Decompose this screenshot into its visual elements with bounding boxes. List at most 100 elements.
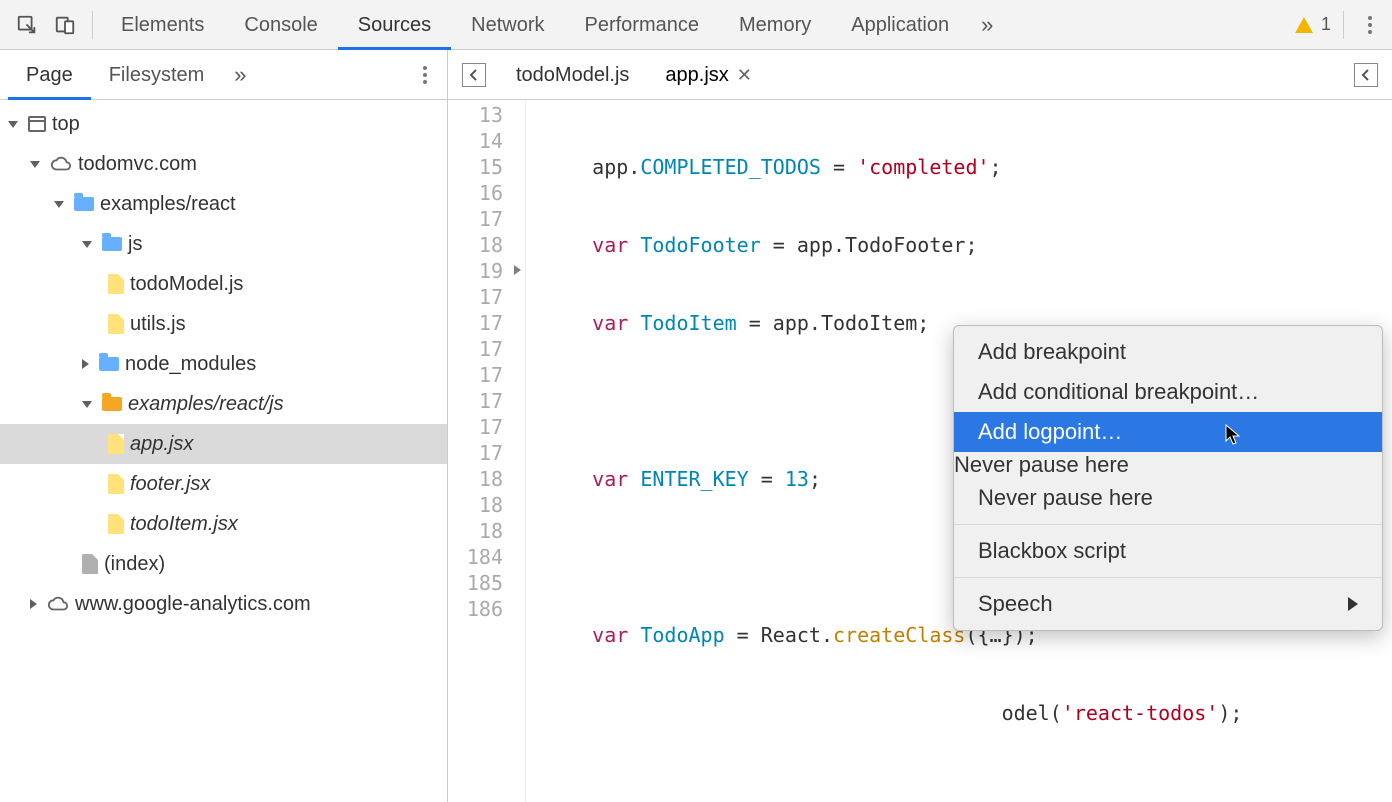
context-menu: Add breakpoint Add conditional breakpoin… xyxy=(953,325,1383,631)
line-number[interactable]: 18 xyxy=(448,466,503,492)
tree-label: examples/react/js xyxy=(128,393,284,416)
editor-tab-label: app.jsx xyxy=(665,50,728,100)
tabs-overflow-icon[interactable]: » xyxy=(969,12,1005,38)
line-number[interactable]: 186 xyxy=(448,596,503,622)
tree-label: www.google-analytics.com xyxy=(75,593,311,616)
line-number[interactable]: 17 xyxy=(448,362,503,388)
tree-file[interactable]: utils.js xyxy=(0,304,447,344)
sidebar-tabs-overflow-icon[interactable]: » xyxy=(222,62,258,88)
tree-label: todoItem.jsx xyxy=(130,513,238,536)
tree-label: todomvc.com xyxy=(78,153,197,176)
ctx-blackbox-script[interactable]: Blackbox script xyxy=(954,531,1382,571)
separator xyxy=(1343,11,1344,39)
editor-tabs: todoModel.js app.jsx ✕ xyxy=(448,50,1392,100)
ctx-separator xyxy=(954,577,1382,578)
line-number[interactable]: 18 xyxy=(448,518,503,544)
line-number[interactable]: 17 xyxy=(448,414,503,440)
ctx-speech[interactable]: Speech xyxy=(954,584,1382,624)
line-number[interactable]: 13 xyxy=(448,102,503,128)
expand-icon[interactable] xyxy=(54,201,64,208)
warning-count[interactable]: 1 xyxy=(1321,14,1331,35)
ctx-add-conditional-breakpoint[interactable]: Add conditional breakpoint… xyxy=(954,372,1382,412)
line-number[interactable]: 18 xyxy=(448,492,503,518)
editor-tab-label: todoModel.js xyxy=(516,50,629,100)
separator xyxy=(92,11,93,39)
line-number[interactable]: 14 xyxy=(448,128,503,154)
tab-performance[interactable]: Performance xyxy=(565,0,720,50)
tree-frame-top[interactable]: top xyxy=(0,104,447,144)
tree-label: todoModel.js xyxy=(130,273,243,296)
tree-label: footer.jsx xyxy=(130,473,210,496)
tree-domain[interactable]: todomvc.com xyxy=(0,144,447,184)
nav-forward-icon[interactable] xyxy=(1354,63,1378,87)
collapse-icon[interactable] xyxy=(82,359,89,369)
sidebar-tab-filesystem[interactable]: Filesystem xyxy=(91,50,223,100)
code-line[interactable]: app.COMPLETED_TODOS = 'completed'; xyxy=(544,154,1351,180)
line-number[interactable]: 15 xyxy=(448,154,503,180)
line-number[interactable]: 19 xyxy=(448,258,503,284)
expand-icon[interactable] xyxy=(30,161,40,168)
line-number[interactable]: 18 xyxy=(448,232,503,258)
sidebar-menu-icon[interactable] xyxy=(411,66,439,84)
expand-icon[interactable] xyxy=(82,241,92,248)
main-area: Page Filesystem » top todomvc.com exampl… xyxy=(0,50,1392,802)
line-number[interactable]: 185 xyxy=(448,570,503,596)
expand-icon[interactable] xyxy=(8,121,18,128)
tree-folder[interactable]: examples/react xyxy=(0,184,447,224)
tree-file[interactable]: footer.jsx xyxy=(0,464,447,504)
tree-label: top xyxy=(52,113,80,136)
settings-menu-icon[interactable] xyxy=(1356,16,1384,34)
ctx-add-logpoint[interactable]: Add logpoint… xyxy=(954,412,1382,452)
line-number[interactable]: 17 xyxy=(448,310,503,336)
tab-application[interactable]: Application xyxy=(831,0,969,50)
line-number[interactable]: 17 xyxy=(448,284,503,310)
line-number[interactable]: 17 xyxy=(448,440,503,466)
collapse-icon[interactable] xyxy=(30,599,37,609)
cloud-icon xyxy=(47,593,69,615)
tree-file[interactable]: todoModel.js xyxy=(0,264,447,304)
file-icon xyxy=(108,314,124,334)
line-number[interactable]: 17 xyxy=(448,388,503,414)
tree-folder[interactable]: js xyxy=(0,224,447,264)
line-number[interactable]: 17 xyxy=(448,336,503,362)
tab-console[interactable]: Console xyxy=(224,0,337,50)
tree-file[interactable]: (index) xyxy=(0,544,447,584)
line-gutter[interactable]: 13 14 15 16 17 18 19 17 17 17 17 17 17 1… xyxy=(448,100,526,802)
ctx-separator xyxy=(954,524,1382,525)
tab-elements[interactable]: Elements xyxy=(101,0,224,50)
ctx-never-pause[interactable]: Never pause here xyxy=(954,478,1382,518)
tree-file[interactable]: todoItem.jsx xyxy=(0,504,447,544)
fold-icon[interactable] xyxy=(514,265,521,275)
tree-label: examples/react xyxy=(100,193,236,216)
sidebar: Page Filesystem » top todomvc.com exampl… xyxy=(0,50,448,802)
ctx-never-pause[interactable]: Never pause here Never pause here Blackb… xyxy=(954,452,1382,624)
code-line[interactable]: var TodoFooter = app.TodoFooter; xyxy=(544,232,1351,258)
file-icon xyxy=(108,474,124,494)
folder-icon xyxy=(102,237,122,251)
tree-folder[interactable]: examples/react/js xyxy=(0,384,447,424)
file-icon xyxy=(108,274,124,294)
code-line[interactable]: odel('react-todos'); xyxy=(544,700,1351,726)
line-number[interactable]: 184 xyxy=(448,544,503,570)
tab-sources[interactable]: Sources xyxy=(338,0,451,50)
tree-file-selected[interactable]: app.jsx xyxy=(0,424,447,464)
warning-icon[interactable] xyxy=(1295,17,1313,33)
sidebar-tabs: Page Filesystem » xyxy=(0,50,447,100)
tree-domain[interactable]: www.google-analytics.com xyxy=(0,584,447,624)
tree-folder[interactable]: node_modules xyxy=(0,344,447,384)
expand-icon[interactable] xyxy=(82,401,92,408)
line-number[interactable]: 16 xyxy=(448,180,503,206)
line-number[interactable]: 17 xyxy=(448,206,503,232)
nav-back-icon[interactable] xyxy=(462,63,486,87)
code-line[interactable] xyxy=(544,778,1351,802)
editor-tab-active[interactable]: app.jsx ✕ xyxy=(647,50,769,100)
mouse-cursor-icon xyxy=(1225,424,1243,446)
editor-tab-inactive[interactable]: todoModel.js xyxy=(498,50,647,100)
tab-memory[interactable]: Memory xyxy=(719,0,831,50)
sidebar-tab-page[interactable]: Page xyxy=(8,50,91,100)
ctx-add-breakpoint[interactable]: Add breakpoint xyxy=(954,332,1382,372)
tab-network[interactable]: Network xyxy=(451,0,564,50)
device-toggle-icon[interactable] xyxy=(46,0,84,50)
close-icon[interactable]: ✕ xyxy=(737,50,752,100)
inspect-element-icon[interactable] xyxy=(8,0,46,50)
